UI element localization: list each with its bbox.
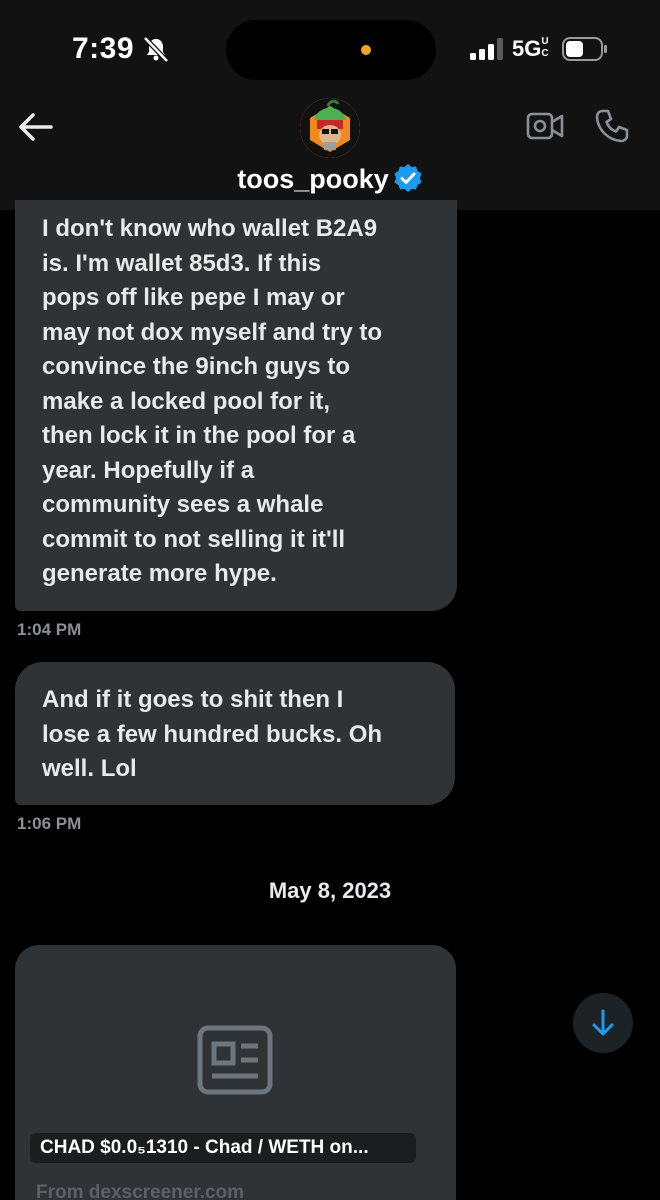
date-divider: May 8, 2023	[268, 878, 392, 903]
newspaper-icon	[197, 1025, 273, 1095]
cellular-signal-icon	[470, 38, 503, 60]
bell-slash-icon	[143, 36, 169, 63]
privacy-indicator-dot	[361, 45, 371, 55]
username: toos_pooky	[237, 164, 389, 194]
dm-conversation-screen: 7:39 5GUC toos_pooky I don't know who wa…	[0, 0, 660, 1200]
arrow-down-icon	[592, 1009, 614, 1036]
network-type: 5GUC	[512, 36, 549, 62]
message-bubble[interactable]: I don't know who wallet B2A9 is. I'm wal…	[15, 200, 457, 611]
link-card-title[interactable]: CHAD $0.0₅1310 - Chad / WETH on...	[30, 1133, 416, 1163]
video-camera-icon[interactable]	[526, 110, 564, 142]
status-time: 7:39	[72, 32, 135, 65]
conversation-title[interactable]: toos_pooky	[0, 163, 660, 200]
battery-icon	[562, 37, 607, 61]
arrow-left-icon[interactable]	[18, 112, 54, 142]
scroll-to-bottom-button[interactable]	[573, 993, 633, 1053]
network-label: 5G	[512, 36, 542, 61]
message-timestamp: 1:06 PM	[17, 814, 82, 833]
network-suffix: UC	[541, 36, 549, 59]
verified-badge-icon	[394, 163, 422, 192]
dynamic-island	[226, 20, 436, 80]
phone-icon[interactable]	[594, 108, 630, 144]
avatar-image	[300, 98, 360, 158]
avatar[interactable]	[300, 98, 360, 158]
link-card-domain: From dexscreener.com	[36, 1182, 245, 1200]
message-timestamp: 1:04 PM	[17, 620, 82, 639]
message-bubble[interactable]: And if it goes to shit then I lose a few…	[15, 662, 455, 805]
